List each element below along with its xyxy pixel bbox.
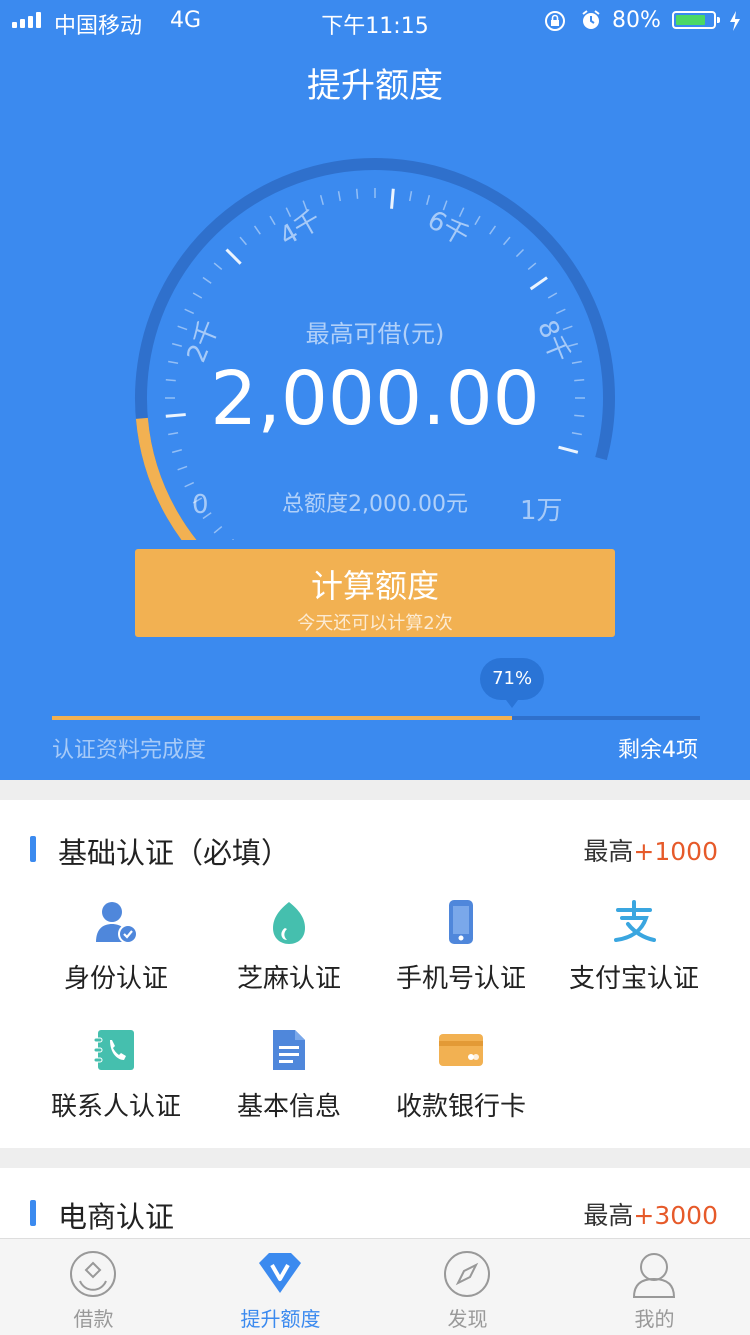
basic-auth-max: 最高+1000 <box>583 832 718 868</box>
gauge-minor-tick <box>213 262 223 271</box>
gauge-minor-tick <box>253 225 261 235</box>
credit-amount: 2,000.00 <box>210 356 540 442</box>
auth-item-label: 手机号认证 <box>395 964 526 994</box>
calculate-button-subtitle: 今天还可以计算2次 <box>297 613 453 634</box>
tab-label: 提升额度 <box>240 1307 321 1331</box>
gauge-minor-tick <box>408 191 413 202</box>
progress-fill <box>52 716 513 720</box>
gauge-minor-tick <box>515 248 525 258</box>
auth-item-contacts[interactable]: 联系人认证 <box>28 1026 204 1123</box>
compass-icon <box>444 1251 490 1297</box>
auth-item-bank-card[interactable]: 收款银行卡 <box>373 1026 549 1123</box>
charging-icon <box>730 11 740 31</box>
auth-item-identity[interactable]: 身份认证 <box>28 898 204 995</box>
gauge-minor-tick <box>231 538 235 540</box>
progress-track <box>52 716 700 720</box>
tab-discover[interactable]: 发现 <box>374 1239 561 1335</box>
tab-label: 我的 <box>634 1307 675 1331</box>
gauge-caption: 最高可借(元) <box>305 320 445 348</box>
gauge-minor-tick <box>192 292 203 299</box>
basic-auth-max-prefix: 最高 <box>583 837 634 866</box>
calculate-credit-button[interactable]: 计算额度 今天还可以计算2次 <box>135 549 615 637</box>
ecommerce-auth-card[interactable]: 电商认证 最高+3000 <box>0 1168 750 1240</box>
ecommerce-auth-title: 电商认证 <box>58 1200 175 1234</box>
battery-percent: 80% <box>612 8 661 33</box>
document-icon <box>273 1030 305 1070</box>
gauge-major-tick <box>390 188 395 209</box>
gauge-minor-tick <box>171 449 183 454</box>
tab-label: 借款 <box>73 1307 114 1331</box>
battery-icon <box>672 11 720 29</box>
boost-icon <box>259 1253 301 1293</box>
basic-auth-title: 基础认证（必填） <box>58 836 291 870</box>
gauge-minor-tick <box>177 465 188 471</box>
tab-boost-credit[interactable]: 提升额度 <box>187 1239 374 1335</box>
progress-remaining: 剩余4项 <box>618 738 698 763</box>
auth-item-sesame[interactable]: 芝麻认证 <box>201 898 377 995</box>
gauge-minor-tick <box>319 194 324 206</box>
gauge-minor-tick <box>502 236 511 246</box>
calculate-button-title: 计算额度 <box>310 567 439 605</box>
loan-icon <box>70 1251 116 1297</box>
ecommerce-auth-max-value: +3000 <box>633 1201 718 1230</box>
gauge-minor-tick <box>184 308 195 315</box>
gauge-minor-tick <box>489 225 497 235</box>
header-area: 中国移动 4G 下午11:15 80% 提升额度 0 2千 4千 6千 8千 1… <box>0 0 750 780</box>
gauge-minor-tick <box>426 194 431 206</box>
phone-icon <box>449 900 473 944</box>
basic-auth-max-value: +1000 <box>633 837 718 866</box>
tab-bar: 借款 提升额度 发现 我的 <box>0 1238 750 1335</box>
auth-item-label: 身份认证 <box>63 964 168 994</box>
auth-item-label: 基本信息 <box>236 1092 341 1122</box>
basic-auth-card: 基础认证（必填） 最高+1000 身份认证 芝麻认证 手机号认证 支付宝认证 联… <box>0 800 750 1148</box>
bank-card-icon <box>439 1034 483 1066</box>
total-credit: 总额度2,000.00元 <box>282 492 468 517</box>
gauge-major-tick <box>558 445 579 454</box>
auth-item-label: 芝麻认证 <box>236 964 341 994</box>
ecommerce-auth-max-prefix: 最高 <box>583 1201 634 1230</box>
alipay-icon <box>614 900 656 942</box>
page-title: 提升额度 <box>307 66 443 106</box>
alarm-icon <box>582 10 600 29</box>
progress-bubble: 71% <box>480 658 545 708</box>
gauge-major-tick <box>225 248 242 265</box>
gauge-minor-tick <box>337 191 342 202</box>
ecommerce-auth-max: 最高+3000 <box>583 1196 718 1232</box>
profile-icon <box>632 1253 676 1298</box>
auth-item-label: 联系人认证 <box>50 1092 181 1122</box>
auth-item-phone[interactable]: 手机号认证 <box>373 898 549 995</box>
tab-loan[interactable]: 借款 <box>0 1239 187 1335</box>
auth-item-label: 支付宝认证 <box>568 964 699 994</box>
section-marker <box>30 836 36 862</box>
auth-item-label: 收款银行卡 <box>395 1092 526 1122</box>
gauge-minor-tick <box>202 276 212 284</box>
tab-label: 发现 <box>447 1307 488 1331</box>
status-bar: 中国移动 4G 下午11:15 80% <box>0 0 750 42</box>
id-user-icon <box>96 902 138 944</box>
contact-icon <box>93 1030 134 1070</box>
progress-label: 认证资料完成度 <box>52 738 207 763</box>
section-marker <box>30 1200 36 1226</box>
rotation-lock-icon <box>545 11 565 31</box>
gauge-minor-tick <box>355 188 359 199</box>
gauge-minor-tick <box>239 236 248 246</box>
gauge-minor-tick <box>527 262 537 271</box>
sesame-icon <box>273 902 305 944</box>
auth-item-basic-info[interactable]: 基本信息 <box>201 1026 377 1123</box>
gauge-minor-tick <box>213 525 223 534</box>
gauge-minor-tick <box>547 292 558 299</box>
tab-mine[interactable]: 我的 <box>561 1239 748 1335</box>
auth-item-alipay[interactable]: 支付宝认证 <box>546 898 722 995</box>
gauge-major-tick <box>529 276 548 291</box>
